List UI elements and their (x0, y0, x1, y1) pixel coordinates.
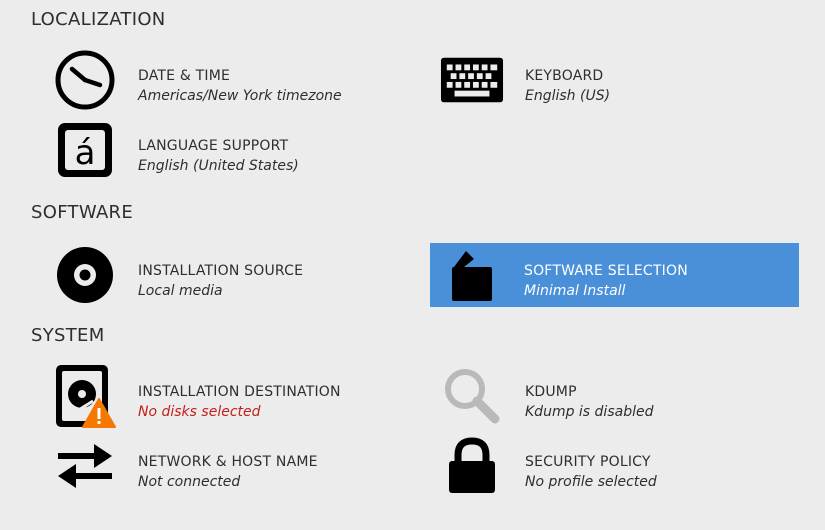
spoke-label: DATE & TIME (138, 68, 231, 84)
harddisk-icon (53, 365, 117, 428)
spoke-security-policy[interactable]: SECURITY POLICY No profile selected (418, 434, 798, 498)
language-icon: á (53, 122, 117, 178)
spoke-status: Americas/New York timezone (138, 88, 342, 104)
spoke-label: KDUMP (525, 384, 577, 400)
spoke-language-support[interactable]: á LANGUAGE SUPPORT English (United State… (31, 118, 411, 182)
spoke-status: Minimal Install (524, 283, 626, 299)
spoke-label: INSTALLATION SOURCE (138, 263, 304, 279)
network-arrows-icon (53, 438, 117, 494)
section-title-software: SOFTWARE (31, 202, 134, 223)
spoke-keyboard[interactable]: KEYBOARD English (US) (418, 48, 798, 112)
spoke-status: Kdump is disabled (525, 404, 654, 420)
spoke-label: KEYBOARD (525, 68, 604, 84)
magnifier-icon (440, 368, 504, 424)
spoke-status: No profile selected (525, 474, 657, 490)
keyboard-icon (440, 52, 504, 108)
disc-icon (53, 247, 117, 303)
spoke-software-selection[interactable]: SOFTWARE SELECTION Minimal Install (430, 243, 799, 307)
package-icon (440, 247, 504, 303)
spoke-label: NETWORK & HOST NAME (138, 454, 318, 470)
spoke-installation-destination[interactable]: INSTALLATION DESTINATION No disks select… (31, 364, 411, 428)
clock-icon (53, 50, 117, 110)
spoke-kdump[interactable]: KDUMP Kdump is disabled (418, 364, 798, 428)
spoke-label: LANGUAGE SUPPORT (138, 138, 289, 154)
section-title-localization: LOCALIZATION (31, 9, 166, 30)
spoke-status-warning: No disks selected (138, 404, 261, 420)
spoke-status: English (US) (525, 88, 611, 104)
lock-icon (440, 437, 504, 494)
spoke-label: SECURITY POLICY (525, 454, 651, 470)
svg-text:á: á (75, 133, 96, 173)
section-title-system: SYSTEM (31, 325, 105, 346)
spoke-installation-source[interactable]: INSTALLATION SOURCE Local media (31, 243, 411, 307)
spoke-network-host-name[interactable]: NETWORK & HOST NAME Not connected (31, 434, 411, 498)
spoke-status: Not connected (138, 474, 241, 490)
spoke-label: SOFTWARE SELECTION (524, 263, 688, 279)
spoke-label: INSTALLATION DESTINATION (138, 384, 341, 400)
spoke-status: English (United States) (138, 158, 299, 174)
spoke-status: Local media (138, 283, 223, 299)
spoke-date-time[interactable]: DATE & TIME Americas/New York timezone (31, 48, 411, 112)
